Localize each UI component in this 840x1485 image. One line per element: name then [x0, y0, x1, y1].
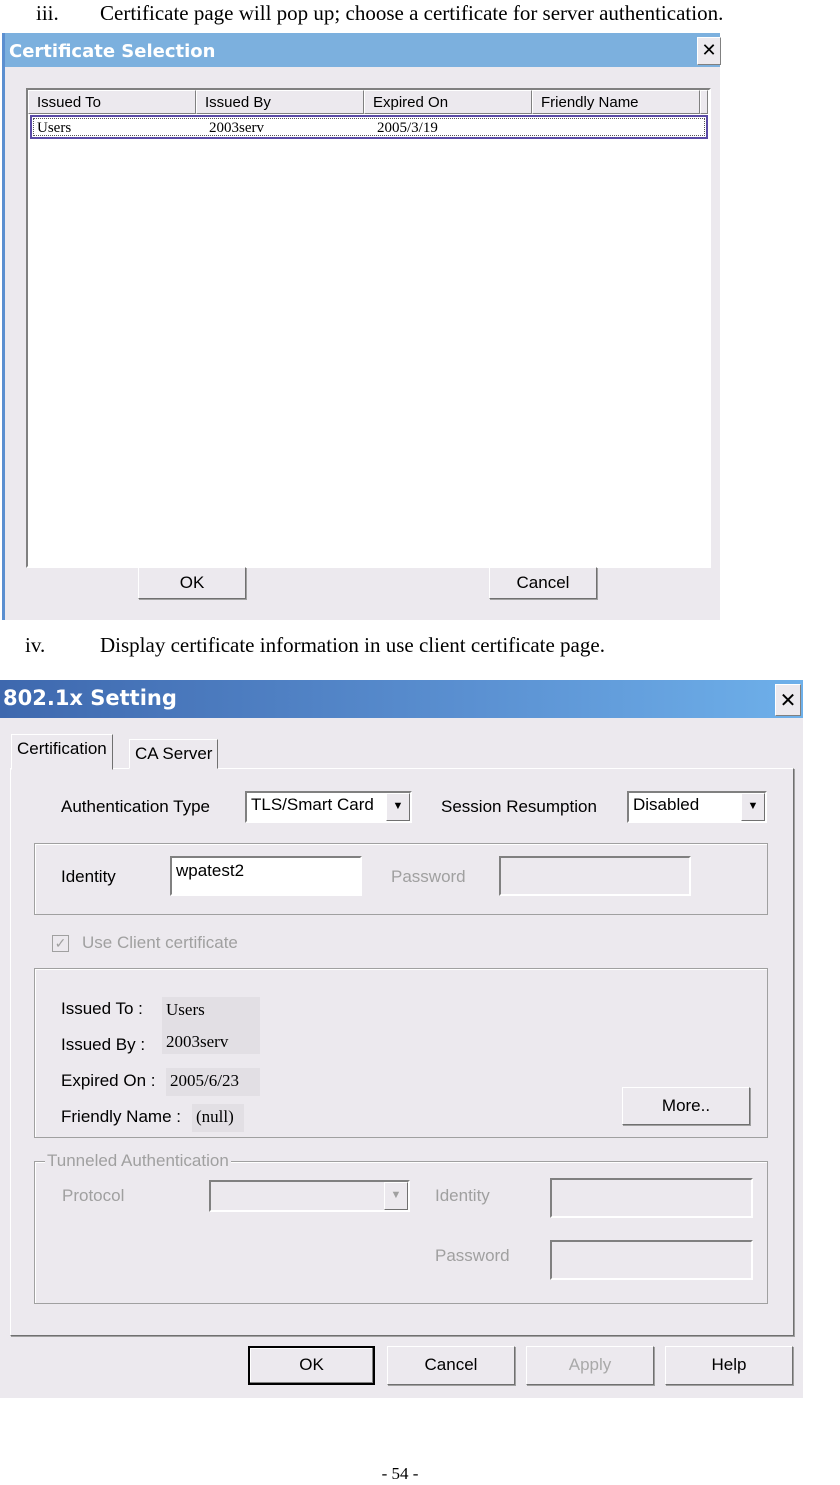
friendly-name-value: (null): [192, 1104, 244, 1132]
certificate-list[interactable]: Issued To Issued By Expired On Friendly …: [26, 88, 711, 568]
tunneled-authentication-legend: Tunneled Authentication: [45, 1151, 231, 1171]
close-button[interactable]: ✕: [775, 684, 801, 716]
cancel-button[interactable]: Cancel: [387, 1346, 515, 1385]
column-header-friendly-name[interactable]: Friendly Name: [532, 90, 700, 114]
auth-type-label: Authentication Type: [61, 797, 211, 816]
certificate-selection-dialog: Certificate Selection ✕ Issued To Issued…: [2, 33, 721, 620]
identity-input[interactable]: wpatest2: [170, 856, 362, 896]
cell-issued-to: Users: [37, 120, 72, 136]
checkmark-icon: ✓: [54, 935, 67, 951]
tab-certification[interactable]: Certification: [11, 734, 113, 770]
password-label: Password: [391, 867, 466, 886]
step-number: iv.: [25, 633, 46, 657]
session-resumption-value: Disabled: [633, 795, 700, 814]
protocol-select[interactable]: ▼: [209, 1180, 410, 1212]
tunneled-identity-label: Identity: [435, 1186, 490, 1205]
issued-by-value: 2003serv: [162, 1025, 260, 1054]
dialog-title: 802.1x Setting: [0, 680, 803, 718]
close-icon: ✕: [701, 40, 717, 61]
use-client-certificate-label: Use Client certificate: [82, 933, 238, 952]
column-header-filler: [700, 90, 708, 114]
column-header-issued-by[interactable]: Issued By: [196, 90, 364, 114]
apply-button[interactable]: Apply: [526, 1346, 654, 1385]
auth-type-select[interactable]: TLS/Smart Card ▼: [245, 791, 412, 823]
dialog-title: Certificate Selection: [5, 33, 720, 67]
close-icon: ✕: [779, 688, 797, 712]
session-resumption-label: Session Resumption: [441, 797, 597, 816]
tunneled-password-input[interactable]: [550, 1240, 753, 1280]
chevron-down-icon[interactable]: ▼: [384, 1182, 408, 1210]
issued-to-label: Issued To :: [61, 999, 143, 1018]
ok-button[interactable]: OK: [138, 567, 246, 599]
step-iii: iii. Certificate page will pop up; choos…: [0, 1, 840, 29]
close-button[interactable]: ✕: [697, 37, 721, 65]
step-text: Certificate page will pop up; choose a c…: [100, 1, 724, 25]
issued-to-value: Users: [162, 997, 260, 1025]
more-button[interactable]: More..: [622, 1087, 750, 1125]
step-number: iii.: [36, 1, 59, 25]
column-header-issued-to[interactable]: Issued To: [28, 90, 196, 114]
chevron-down-icon[interactable]: ▼: [386, 793, 410, 821]
tab-ca-server[interactable]: CA Server: [129, 739, 219, 769]
page-number: - 54 -: [381, 1464, 419, 1483]
step-text: Display certificate information in use c…: [100, 633, 605, 657]
table-row[interactable]: Users 2003serv 2005/3/19: [30, 115, 708, 139]
password-input[interactable]: [499, 856, 691, 896]
identity-label: Identity: [61, 867, 116, 886]
use-client-certificate-checkbox[interactable]: ✓: [52, 935, 69, 952]
tunneled-identity-input[interactable]: [550, 1178, 753, 1218]
friendly-name-label: Friendly Name :: [61, 1107, 181, 1126]
chevron-down-icon[interactable]: ▼: [741, 793, 765, 821]
list-header: Issued To Issued By Expired On Friendly …: [28, 90, 708, 114]
tunneled-password-label: Password: [435, 1246, 510, 1265]
auth-type-value: TLS/Smart Card: [251, 795, 374, 814]
step-iv: iv. Display certificate information in u…: [0, 633, 840, 661]
cancel-button[interactable]: Cancel: [489, 567, 597, 599]
column-header-expired-on[interactable]: Expired On: [364, 90, 532, 114]
expired-on-label: Expired On :: [61, 1071, 156, 1090]
expired-on-value: 2005/6/23: [166, 1068, 260, 1096]
issued-by-label: Issued By :: [61, 1035, 146, 1054]
session-resumption-select[interactable]: Disabled ▼: [627, 791, 767, 823]
cell-expired-on: 2005/3/19: [377, 120, 438, 136]
protocol-label: Protocol: [62, 1186, 125, 1205]
cell-issued-by: 2003serv: [209, 120, 264, 136]
cell-friendly-name: [542, 119, 702, 135]
ok-button[interactable]: OK: [248, 1346, 375, 1385]
help-button[interactable]: Help: [665, 1346, 793, 1385]
